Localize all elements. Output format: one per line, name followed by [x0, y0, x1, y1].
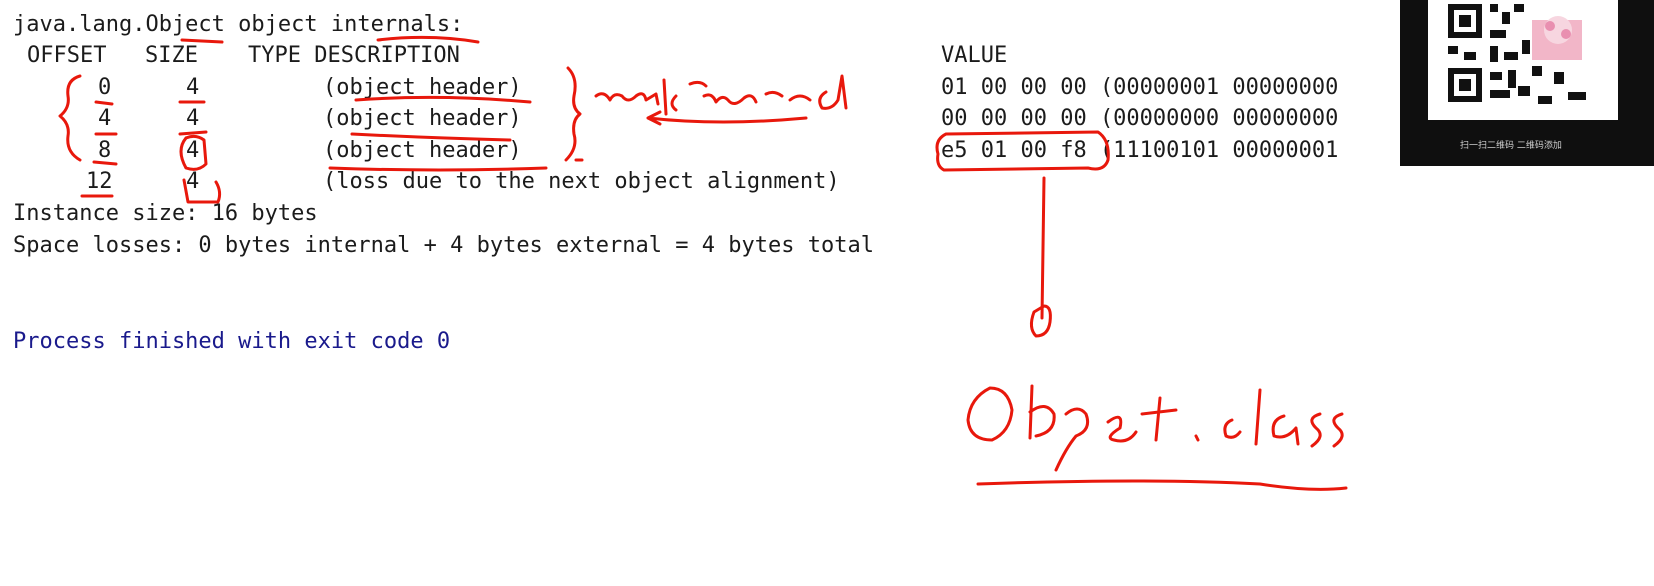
row-3-description: (loss due to the next object alignment) — [323, 169, 840, 194]
row-2-size: 4 — [186, 138, 200, 163]
row-1-offset: 4 — [98, 106, 112, 131]
row-1-size: 4 — [186, 106, 200, 131]
row-0-size: 4 — [186, 75, 200, 100]
row-1-description: (object header) — [323, 106, 522, 131]
column-type-description-header: TYPE DESCRIPTION — [248, 43, 460, 68]
object-internals-header: java.lang.Object object internals: — [13, 12, 464, 37]
row-1-value: 00 00 00 00 (00000000 00000000 — [941, 106, 1339, 131]
instance-size-line: Instance size: 16 bytes — [13, 201, 318, 226]
row-0-offset: 0 — [98, 75, 112, 100]
process-finished-line: Process finished with exit code 0 — [13, 329, 451, 354]
row-2-value: e5 01 00 f8 (11100101 00000001 — [941, 138, 1339, 163]
qr-code-overlay: 扫一扫二维码 二维码添加 — [1400, 0, 1654, 166]
row-0-description: (object header) — [323, 75, 522, 100]
column-offset-header: OFFSET — [27, 43, 107, 68]
column-value-header: VALUE — [941, 43, 1008, 68]
space-losses-line: Space losses: 0 bytes internal + 4 bytes… — [13, 233, 874, 258]
qr-caption-text: 扫一扫二维码 二维码添加 — [1460, 141, 1562, 151]
row-2-offset: 8 — [98, 138, 112, 163]
qr-code-icon — [1428, 0, 1628, 120]
row-3-offset: 12 — [86, 169, 113, 194]
column-size-header: SIZE — [145, 43, 198, 68]
row-3-size: 4 — [186, 169, 200, 194]
row-0-value: 01 00 00 00 (00000001 00000000 — [941, 75, 1339, 100]
row-2-description: (object header) — [323, 138, 522, 163]
